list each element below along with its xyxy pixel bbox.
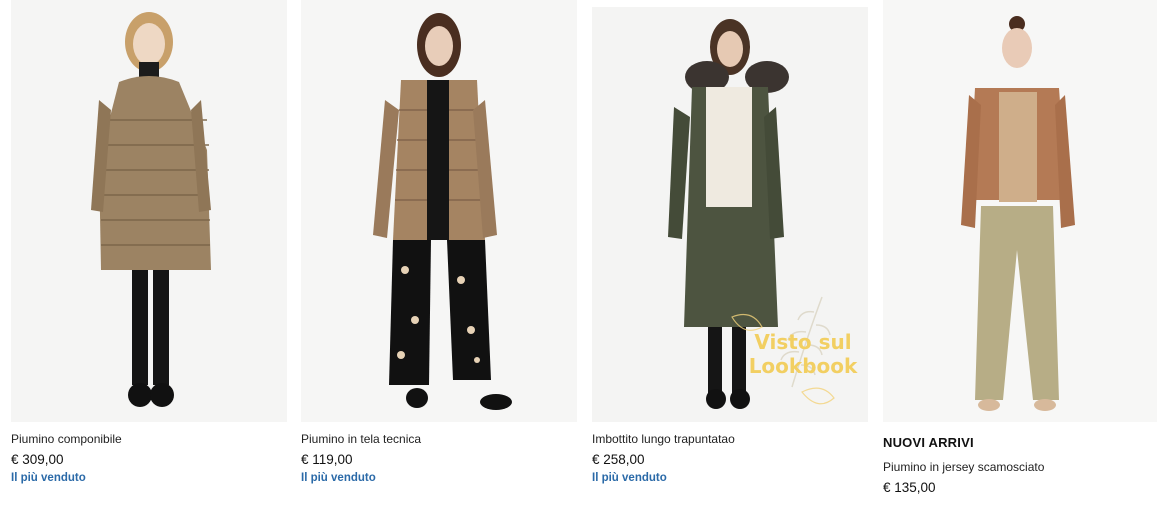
product-title[interactable]: Piumino componibile — [11, 432, 122, 446]
product-image-1[interactable] — [11, 0, 287, 422]
product-title[interactable]: Piumino in jersey scamosciato — [883, 460, 1044, 474]
bestseller-badge[interactable]: Il più venduto — [592, 472, 667, 484]
product-price: € 309,00 — [11, 452, 64, 467]
bestseller-badge[interactable]: Il più venduto — [301, 472, 376, 484]
product-price: € 119,00 — [301, 452, 353, 467]
lookbook-line-1: Visto sul — [754, 330, 852, 354]
new-arrivals-label: NUOVI ARRIVI — [883, 435, 974, 450]
bestseller-badge[interactable]: Il più venduto — [11, 472, 86, 484]
product-title[interactable]: Piumino in tela tecnica — [301, 432, 421, 446]
product-image-4[interactable] — [883, 0, 1157, 422]
lookbook-line-2: Lookbook — [748, 354, 858, 378]
product-image-2[interactable] — [301, 0, 577, 422]
lookbook-overlay[interactable]: Visto sul Lookbook — [740, 330, 866, 378]
product-price: € 135,00 — [883, 480, 936, 495]
product-price: € 258,00 — [592, 452, 645, 467]
product-title[interactable]: Imbottito lungo trapuntatao — [592, 432, 735, 446]
